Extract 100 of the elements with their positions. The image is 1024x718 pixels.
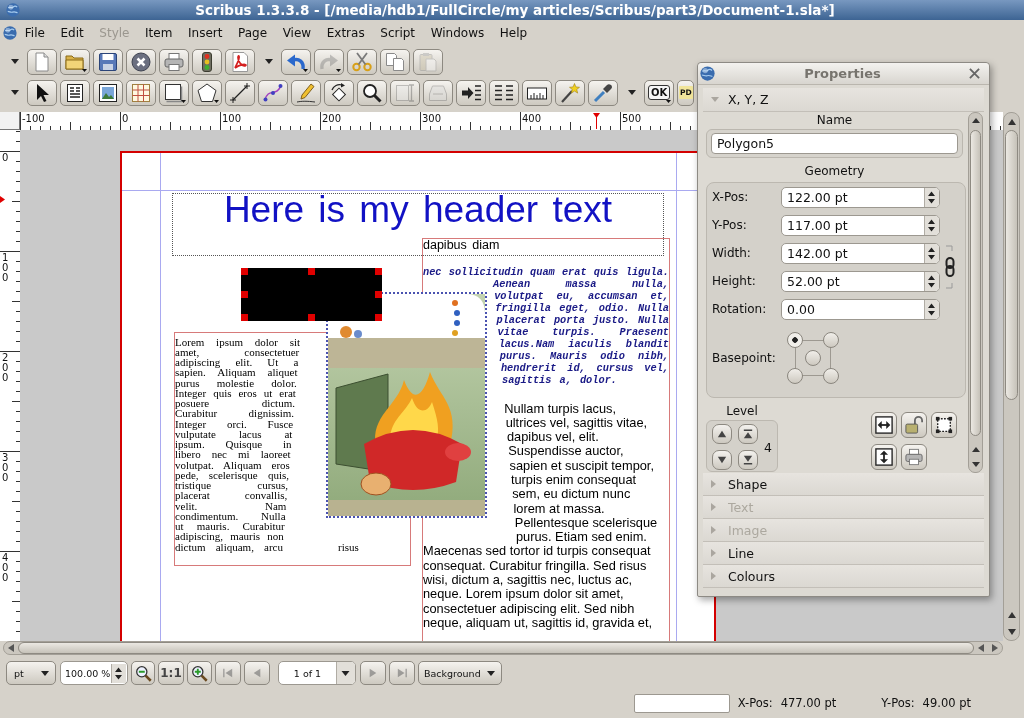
triangle-left-icon [8,644,14,652]
layer-dropdown[interactable]: Background [418,661,502,685]
ruler-corner [0,112,20,130]
radio-button[interactable] [805,350,821,366]
link-frames-button[interactable] [456,79,486,106]
copy-properties-button[interactable] [555,79,585,106]
image-frame-button[interactable] [93,79,123,106]
measure-button[interactable] [522,79,552,106]
lower-button[interactable] [712,450,732,470]
cut-button[interactable] [347,48,377,75]
selection-handle[interactable] [308,268,315,275]
scrollbar-thumb[interactable] [18,642,974,654]
print-toggle-button[interactable] [901,444,927,470]
magnifier-icon [362,82,382,103]
picture-icon [98,82,118,103]
selection-handle[interactable] [375,291,382,298]
text-frame-button[interactable] [60,79,90,106]
spin-box[interactable]: 122.00 pt [781,186,940,208]
unit-dropdown[interactable]: pt [6,661,56,685]
flip-vertical-button[interactable] [871,444,897,470]
caret-icon [82,68,87,72]
zoom-in-button[interactable] [187,661,212,685]
polygon-button[interactable] [192,79,222,106]
selection-handle[interactable] [241,291,248,298]
triangle-down-icon [711,97,719,102]
menu-item[interactable]: Item [137,24,181,42]
selection-handle[interactable] [241,268,248,275]
preflight-button[interactable] [192,48,222,75]
export-pdf-button[interactable] [225,48,255,75]
actual-size-button[interactable]: 1:1 [158,661,184,685]
radio-button[interactable] [823,368,839,384]
name-field[interactable]: Polygon5 [711,133,958,154]
undo-button[interactable] [281,48,311,75]
menu-item[interactable]: File [17,24,53,42]
section-header[interactable]: X, Y, Z [703,88,984,112]
size-lock-button[interactable] [931,412,957,438]
menu-item[interactable]: Page [230,24,275,42]
freehand-button[interactable] [291,79,321,106]
triangle-right-icon [711,503,716,511]
raise-to-top-button[interactable] [738,424,758,444]
spin-arrows-icon [924,271,939,291]
lock-button[interactable] [901,412,927,438]
selection-handle[interactable] [375,268,382,275]
page-dropdown[interactable]: 1 of 1 [278,661,356,685]
menu-item[interactable]: Edit [52,24,92,42]
zoom-field[interactable]: 100.00 % [60,661,128,685]
lower-to-bottom-button[interactable] [738,450,758,470]
line-button[interactable] [225,79,255,106]
rotate-button[interactable] [324,79,354,106]
triangle-right-icon [992,644,998,652]
bezier-button[interactable] [258,79,288,106]
menu-item[interactable]: Windows [422,24,493,42]
section-header[interactable]: Line [703,542,984,565]
eyedropper-button[interactable] [588,79,618,106]
level-value: 4 [764,439,772,455]
raise-button[interactable] [712,424,732,444]
flip-horizontal-button[interactable] [871,412,897,438]
section-header[interactable]: Colours [703,565,984,588]
menu-item[interactable]: Insert [180,24,231,42]
spin-box[interactable]: 142.00 pt [781,242,940,264]
triangle-up-icon [1007,611,1016,618]
globe-icon [700,66,715,81]
selection-handle[interactable] [375,314,382,321]
scrollbar-thumb[interactable] [970,130,981,436]
status-field[interactable] [633,693,730,713]
print-button[interactable] [159,48,189,75]
caret-icon [628,90,636,95]
menu-item[interactable]: Extras [318,24,373,42]
selection-handle[interactable] [308,314,315,321]
spin-box[interactable]: 0.00 [781,298,940,320]
radio-button[interactable] [787,332,803,348]
menu-item[interactable]: View [274,24,319,42]
spin-box[interactable]: 117.00 pt [781,214,940,236]
ruler-label: 400 [522,113,542,124]
unlink-frames-button[interactable] [489,79,519,106]
save-button[interactable] [93,48,123,75]
body-text: Nullam turpis lacus, ultrices vel, sagittis vitae, dapibus vel, elit. Suspendisse auctor, sapien et suscipit tempor, turpis enim consequat sem, eu dictum nunc lorem at massa. Pellentesque scelerisque purus. Etiam sed enim. Maecenas sed tortor id turpis consequat consequat. Curabitur fringilla. Sed risus wisi, dictum a, sagittis nec, luctus ac, neque. Lorem ipsum dolor sit amet, consectetuer adipiscing elit. Sed nibh neque, aliquam ut, sagittis id, gravida et, [423,401,659,631]
chain-link-icon [944,245,956,289]
menu-item[interactable]: Script [372,24,423,42]
eyedropper-icon [593,82,613,103]
coordinate-label: Y-Pos: [881,696,915,710]
select-button[interactable] [27,79,57,106]
selection-handle[interactable] [241,314,248,321]
spin-box[interactable]: 52.00 pt [781,270,940,292]
polygon-shape[interactable] [241,268,382,321]
scissors-icon [352,51,372,72]
radio-button[interactable] [787,368,803,384]
ok-button[interactable]: OK [644,79,674,106]
shape-button[interactable] [159,79,189,106]
menu-item[interactable]: Help [492,24,535,42]
triangle-right-icon [711,526,716,534]
close-document-button[interactable] [126,48,156,75]
zoom-out-button[interactable] [131,661,155,685]
section-header[interactable]: Shape [703,473,984,496]
scrollbar-thumb[interactable] [1005,130,1018,400]
close-button[interactable] [967,67,981,80]
triangle-up-icon [971,447,980,452]
table-button[interactable] [126,79,156,106]
zoom-button[interactable] [357,79,387,106]
radio-button[interactable] [823,332,839,348]
